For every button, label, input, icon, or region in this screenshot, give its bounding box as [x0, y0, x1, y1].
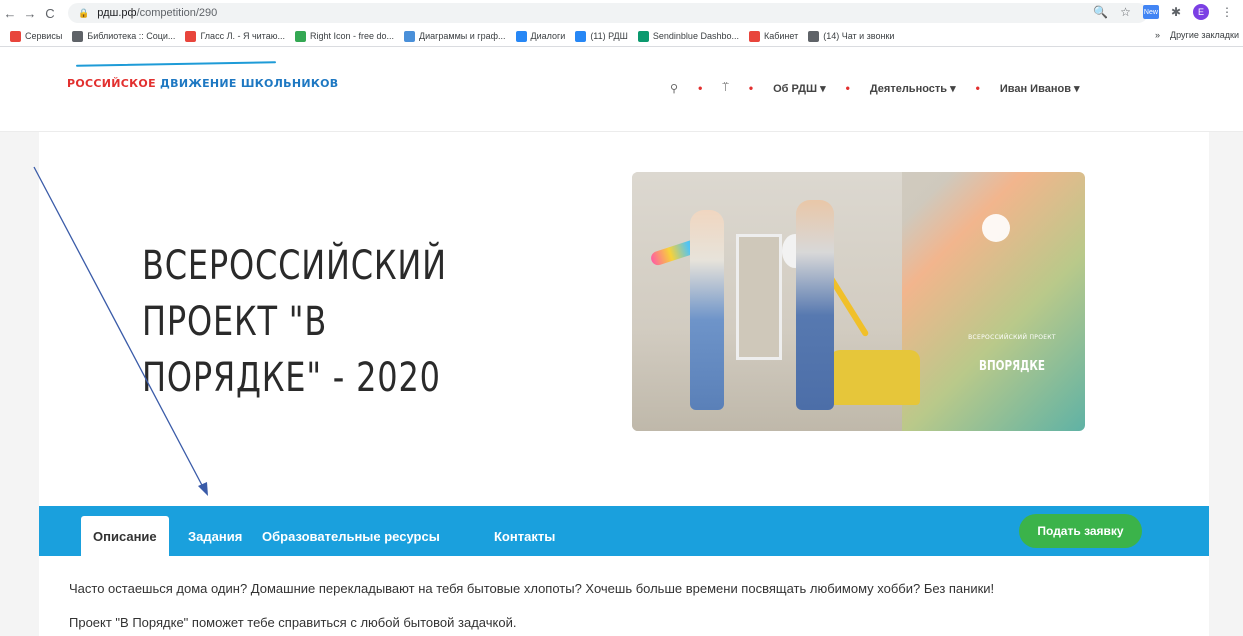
- profile-avatar[interactable]: E: [1193, 4, 1209, 20]
- url-host: рдш.рф: [97, 7, 137, 19]
- bookmark-favicon-icon: [515, 30, 527, 42]
- extensions-puzzle-icon[interactable]: ✱: [1171, 5, 1181, 19]
- menu-separator: •: [698, 81, 703, 95]
- bookmark-favicon-icon: [748, 30, 760, 42]
- bookmark-favicon-icon: [808, 30, 820, 42]
- bookmark-favicon-icon: [294, 30, 306, 42]
- site-logo[interactable]: РОССИЙСКОЕ ДВИЖЕНИЕ ШКОЛЬНИКОВ: [67, 77, 338, 90]
- bookmark-item[interactable]: Диаграммы и граф...: [404, 30, 506, 42]
- bookmark-favicon-icon: [404, 30, 416, 42]
- menu-separator: •: [845, 81, 850, 95]
- bookmark-favicon-icon: [575, 30, 587, 42]
- bookmark-item[interactable]: Right Icon - free do...: [294, 30, 395, 42]
- bookmark-label: (11) РДШ: [590, 31, 628, 41]
- logo-text-blue: ДВИЖЕНИЕ ШКОЛЬНИКОВ: [160, 77, 339, 90]
- bookmark-item[interactable]: Sendinblue Dashbo...: [637, 30, 739, 42]
- bookmark-favicon-icon: [10, 30, 21, 42]
- bookmark-label: (14) Чат и звонки: [823, 31, 895, 41]
- bookmark-item[interactable]: Диалоги: [515, 30, 566, 42]
- banner-emblem-icon: [982, 214, 1010, 242]
- bookmarks-more-icon[interactable]: »: [1155, 30, 1160, 40]
- tab-educational-resources[interactable]: Образовательные ресурсы: [262, 516, 440, 556]
- bookmark-label: Гласс Л. - Я читаю...: [200, 31, 285, 41]
- bookmarks-bar: Сервисы Библиотека :: Соци... Гласс Л. - Я…: [0, 26, 1243, 47]
- banner-person-girl: [690, 210, 724, 410]
- bookmark-label: Sendinblue Dashbo...: [652, 31, 739, 41]
- lock-icon: 🔒: [78, 7, 90, 18]
- forward-icon[interactable]: →: [20, 6, 40, 21]
- menu-separator: •: [975, 81, 980, 95]
- menu-item-about[interactable]: Об РДШ ▾: [773, 82, 826, 95]
- bookmark-favicon-icon: [637, 30, 649, 42]
- zoom-icon[interactable]: 🔍: [1093, 5, 1108, 19]
- banner-title: ВПОРЯДКЕ: [979, 359, 1045, 374]
- bookmark-item[interactable]: Кабинет: [748, 30, 799, 42]
- tab-contacts[interactable]: Контакты: [494, 516, 555, 556]
- bookmark-label: Библиотека :: Соци...: [87, 31, 176, 41]
- description-paragraph: Проект "В Порядке" поможет тебе справить…: [69, 615, 517, 630]
- bookmark-label: Диаграммы и граф...: [419, 31, 506, 41]
- banner-kicker: ВСЕРОССИЙСКИЙ ПРОЕКТ: [968, 334, 1056, 341]
- address-bar[interactable]: 🔒 рдш.рф /competition/290: [68, 3, 1148, 23]
- search-icon[interactable]: ⚲: [670, 82, 678, 95]
- bookmark-label: Right Icon - free do...: [309, 31, 395, 41]
- menu-separator: •: [748, 81, 754, 95]
- tab-description[interactable]: Описание: [81, 516, 169, 556]
- reload-icon[interactable]: C: [40, 6, 60, 21]
- extension-new-icon[interactable]: New: [1142, 5, 1159, 19]
- bookmark-label: Диалоги: [530, 31, 566, 41]
- bookmark-item[interactable]: (14) Чат и звонки: [808, 30, 895, 42]
- banner-person-boy: [796, 200, 834, 410]
- other-bookmarks-folder[interactable]: Другие закладки: [1170, 30, 1239, 40]
- broadcast-icon[interactable]: ⍡: [722, 82, 729, 95]
- banner-sofa: [830, 350, 920, 405]
- bookmark-item[interactable]: Гласс Л. - Я читаю...: [185, 30, 285, 42]
- project-banner-image: ВСЕРОССИЙСКИЙ ПРОЕКТ ВПОРЯДКЕ: [632, 172, 1085, 431]
- apply-button[interactable]: Подать заявку: [1019, 514, 1142, 548]
- bookmark-item[interactable]: (11) РДШ: [575, 30, 628, 42]
- browser-menu-icon[interactable]: ⋮: [1221, 5, 1233, 19]
- bookmark-item[interactable]: Сервисы: [10, 30, 63, 42]
- banner-shelf: [736, 234, 782, 360]
- bookmark-label: Кабинет: [763, 31, 799, 41]
- bookmark-label: Сервисы: [25, 31, 63, 41]
- description-paragraph: Часто остаешься дома один? Домашние пере…: [69, 581, 995, 596]
- browser-toolbar: ← → C 🔒 рдш.рф /competition/290 🔍 ☆ New …: [0, 0, 1243, 26]
- menu-item-user[interactable]: Иван Иванов ▾: [1000, 82, 1080, 95]
- star-icon[interactable]: ☆: [1120, 5, 1131, 19]
- bookmark-favicon-icon: [72, 30, 84, 42]
- site-header: РОССИЙСКОЕ ДВИЖЕНИЕ ШКОЛЬНИКОВ ⚲ • ⍡ • О…: [0, 47, 1243, 132]
- bookmark-favicon-icon: [185, 30, 197, 42]
- url-path: /competition/290: [136, 7, 218, 19]
- project-title: ВСЕРОССИЙСКИЙ ПРОЕКТ "В ПОРЯДКЕ" - 2020: [142, 243, 447, 401]
- tab-tasks[interactable]: Задания: [188, 516, 242, 556]
- logo-text-red: РОССИЙСКОЕ: [67, 77, 156, 90]
- main-menu: ⚲ • ⍡ • Об РДШ ▾ • Деятельность ▾ • Иван…: [670, 81, 1080, 95]
- bookmark-item[interactable]: Библиотека :: Соци...: [72, 30, 176, 42]
- back-icon[interactable]: ←: [0, 6, 20, 21]
- menu-item-activity[interactable]: Деятельность ▾: [870, 82, 956, 95]
